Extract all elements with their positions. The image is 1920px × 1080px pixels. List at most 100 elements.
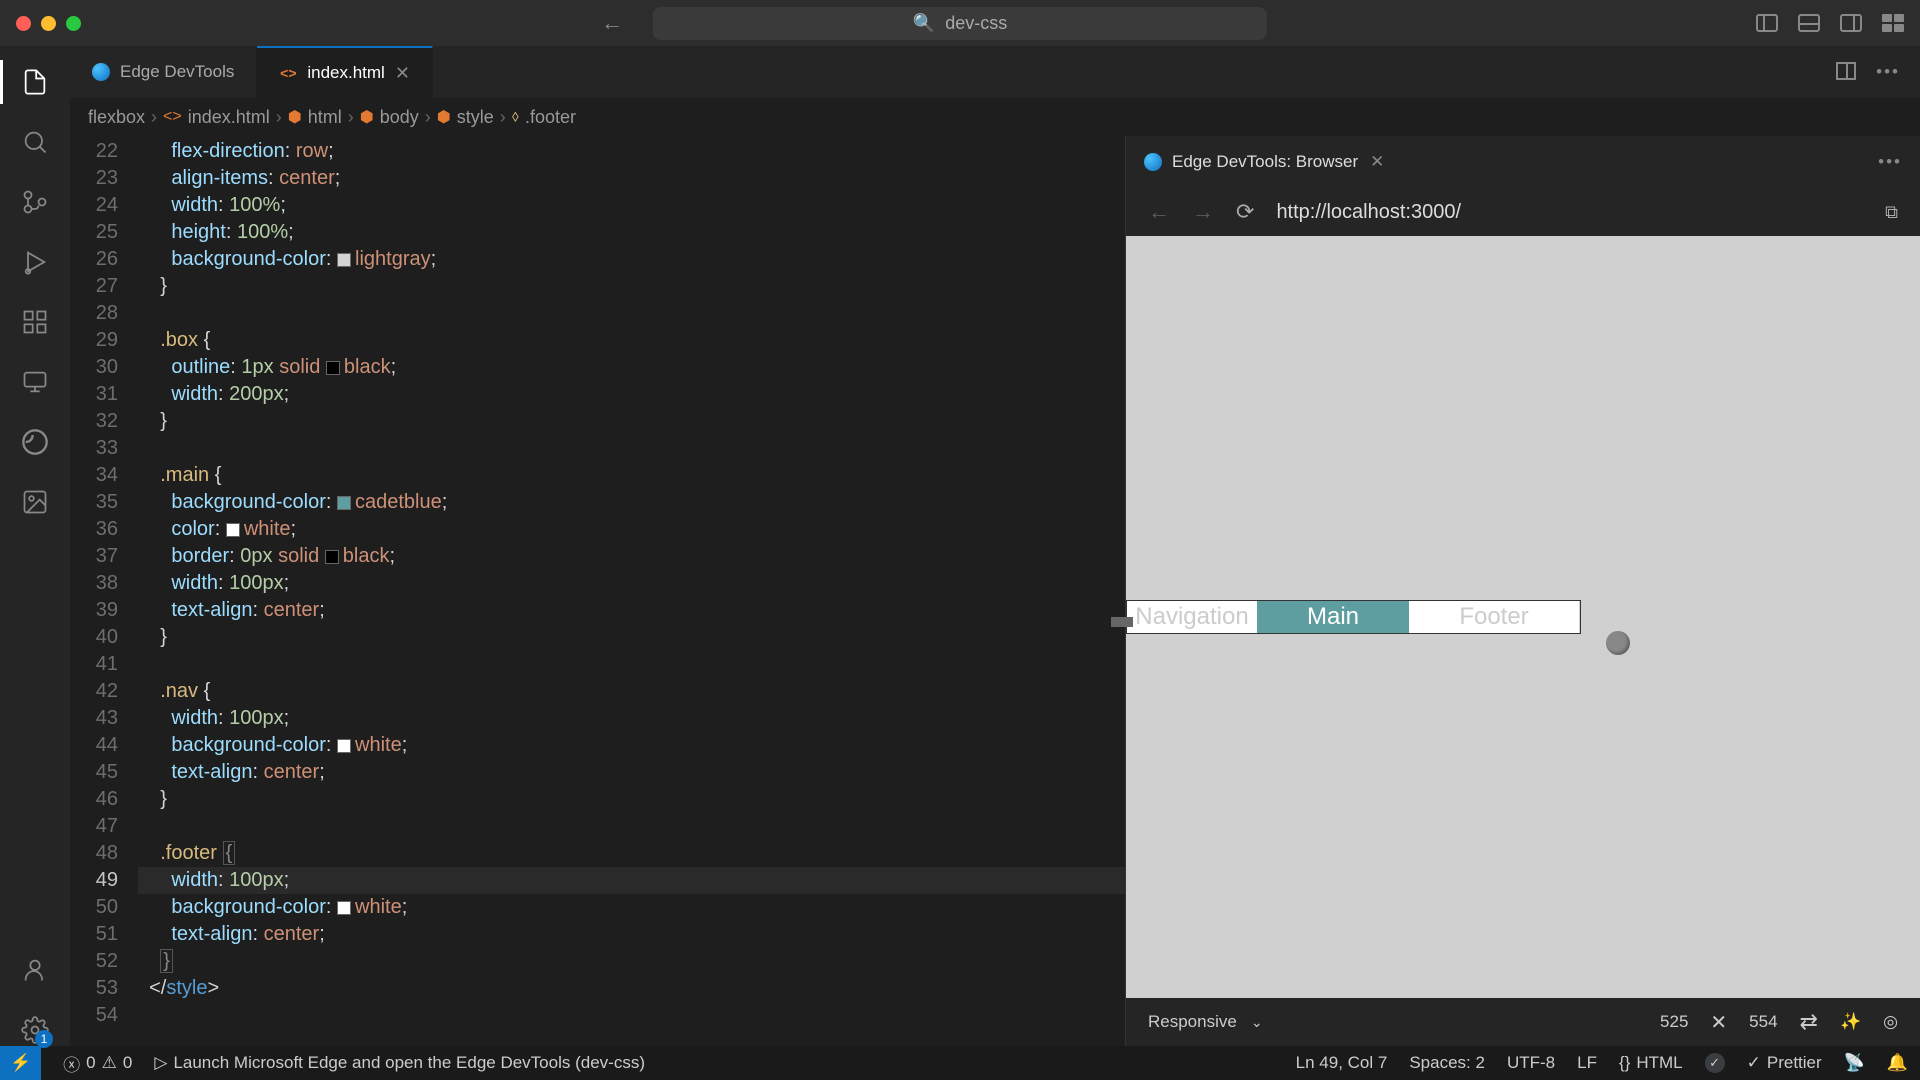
window-controls (16, 16, 81, 31)
chevron-right-icon: › (500, 107, 506, 128)
warning-icon: ⚠ (102, 1053, 117, 1073)
explorer-icon[interactable] (19, 66, 51, 98)
layout-controls (1756, 14, 1904, 32)
toggle-primary-sidebar-icon[interactable] (1756, 14, 1778, 32)
indentation[interactable]: Spaces: 2 (1409, 1053, 1485, 1073)
tag-icon: ⬢ (360, 107, 374, 127)
chevron-right-icon: › (151, 107, 157, 128)
toggle-secondary-sidebar-icon[interactable] (1840, 14, 1862, 32)
code-content[interactable]: flex-direction: row; align-items: center… (138, 136, 1125, 1046)
remote-explorer-icon[interactable] (19, 366, 51, 398)
split-editor-icon[interactable] (1836, 62, 1856, 80)
debug-icon: ▷ (154, 1053, 167, 1073)
breadcrumb-node: ⬢html (288, 107, 342, 128)
error-icon: ⓧ (63, 1051, 80, 1076)
nav-back-icon[interactable]: ← (601, 10, 623, 36)
minimize-window[interactable] (41, 16, 56, 31)
tab-label: index.html (307, 63, 384, 83)
breadcrumb-folder: flexbox (88, 107, 145, 128)
close-icon[interactable]: ✕ (1370, 152, 1384, 172)
browser-forward-icon[interactable]: → (1192, 199, 1214, 225)
prettier-status-icon[interactable]: ✓ (1705, 1053, 1725, 1073)
breadcrumb-file: <>index.html (163, 107, 270, 128)
debug-launch[interactable]: ▷ Launch Microsoft Edge and open the Edg… (154, 1053, 645, 1073)
extensions-icon[interactable] (19, 306, 51, 338)
breadcrumb[interactable]: flexbox › <>index.html › ⬢html › ⬢body ›… (70, 98, 1920, 136)
accounts-icon[interactable] (19, 954, 51, 986)
editor-region: Edge DevTools<>index.html✕ ••• flexbox ›… (70, 46, 1920, 1046)
encoding[interactable]: UTF-8 (1507, 1053, 1555, 1073)
browser-viewport[interactable]: Navigation Main Footer (1126, 236, 1920, 998)
bell-icon[interactable]: 🔔 (1887, 1053, 1908, 1073)
browser-pane: Edge DevTools: Browser ✕ ••• ← → ⟳ http:… (1125, 136, 1920, 1046)
edge-icon (92, 63, 110, 81)
titlebar: ← → 🔍 dev-css (0, 0, 1920, 46)
html-file-icon: <> (279, 64, 297, 82)
preview-nav: Navigation (1127, 601, 1257, 633)
open-devtools-icon[interactable]: ⧉ (1885, 202, 1898, 223)
feedback-icon[interactable]: 📡 (1844, 1053, 1865, 1073)
chevron-right-icon: › (425, 107, 431, 128)
chevron-right-icon: › (276, 107, 282, 128)
more-actions-icon[interactable]: ••• (1876, 62, 1900, 82)
chevron-right-icon: › (348, 107, 354, 128)
eol[interactable]: LF (1577, 1053, 1597, 1073)
tab-label: Edge DevTools (120, 62, 234, 82)
page-preview: Navigation Main Footer (1126, 600, 1581, 634)
search-icon: 🔍 (913, 13, 935, 34)
editor-tab[interactable]: <> index.html ✕ (257, 46, 433, 98)
rotate-icon[interactable]: ⇄ (1800, 1009, 1818, 1035)
prettier[interactable]: ✓Prettier (1747, 1053, 1822, 1073)
inspect-icon[interactable]: ◎ (1883, 1012, 1898, 1032)
tab-actions: ••• (1836, 62, 1920, 82)
edge-devtools-icon[interactable] (19, 426, 51, 458)
chevron-down-icon[interactable]: ⌄ (1251, 1014, 1263, 1031)
tag-icon: ⬢ (437, 107, 451, 127)
language-mode[interactable]: {}HTML (1619, 1053, 1683, 1073)
browser-back-icon[interactable]: ← (1148, 199, 1170, 225)
project-name: dev-css (945, 13, 1007, 34)
device-mode[interactable]: Responsive (1148, 1012, 1237, 1032)
close-icon[interactable]: ✕ (395, 63, 410, 84)
viewport-height[interactable]: 554 (1749, 1012, 1777, 1032)
browser-tab[interactable]: Edge DevTools: Browser (1144, 152, 1358, 172)
preview-main: Main (1257, 601, 1409, 633)
activity-bar: 1 (0, 46, 70, 1046)
breadcrumb-leaf: ⬨.footer (512, 107, 576, 128)
problems-indicator[interactable]: ⓧ0 ⚠0 (63, 1051, 132, 1076)
customize-layout-icon[interactable] (1882, 14, 1904, 32)
cursor-position[interactable]: Ln 49, Col 7 (1296, 1053, 1388, 1073)
resize-handle[interactable] (1111, 617, 1133, 627)
html-file-icon: <> (163, 108, 182, 126)
main-area: 1 Edge DevTools<>index.html✕ ••• flexbox… (0, 46, 1920, 1046)
source-control-icon[interactable] (19, 186, 51, 218)
toggle-panel-icon[interactable] (1798, 14, 1820, 32)
search-icon[interactable] (19, 126, 51, 158)
class-icon: ⬨ (512, 108, 519, 126)
editor-tab[interactable]: Edge DevTools (70, 46, 257, 98)
breadcrumb-node: ⬢body (360, 107, 419, 128)
tag-icon: ⬢ (288, 107, 302, 127)
preview-footer: Footer (1409, 601, 1579, 633)
editor-split: 2223242526272829303132333435363738394041… (70, 136, 1920, 1046)
settings-gear-icon[interactable]: 1 (19, 1014, 51, 1046)
remote-indicator[interactable]: ⚡ (0, 1046, 41, 1080)
code-editor[interactable]: 2223242526272829303132333435363738394041… (70, 136, 1125, 1046)
command-center[interactable]: 🔍 dev-css (653, 7, 1267, 40)
url-field[interactable]: http://localhost:3000/ (1276, 201, 1863, 224)
reload-icon[interactable]: ⟳ (1236, 199, 1254, 225)
breadcrumb-node: ⬢style (437, 107, 494, 128)
settings-badge: 1 (35, 1030, 53, 1048)
browser-toolbar: ← → ⟳ http://localhost:3000/ ⧉ (1126, 188, 1920, 236)
maximize-window[interactable] (66, 16, 81, 31)
check-icon: ✓ (1747, 1053, 1761, 1073)
braces-icon: {} (1619, 1053, 1630, 1073)
screencast-icon[interactable]: ✨ (1840, 1012, 1861, 1032)
run-debug-icon[interactable] (19, 246, 51, 278)
viewport-width[interactable]: 525 (1660, 1012, 1688, 1032)
close-window[interactable] (16, 16, 31, 31)
more-actions-icon[interactable]: ••• (1878, 152, 1902, 172)
editor-tabs: Edge DevTools <> index.html ✕ ••• (70, 46, 1920, 98)
gallery-icon[interactable] (19, 486, 51, 518)
device-toolbar: Responsive ⌄ 525 ✕ 554 ⇄ ✨ ◎ (1126, 998, 1920, 1046)
